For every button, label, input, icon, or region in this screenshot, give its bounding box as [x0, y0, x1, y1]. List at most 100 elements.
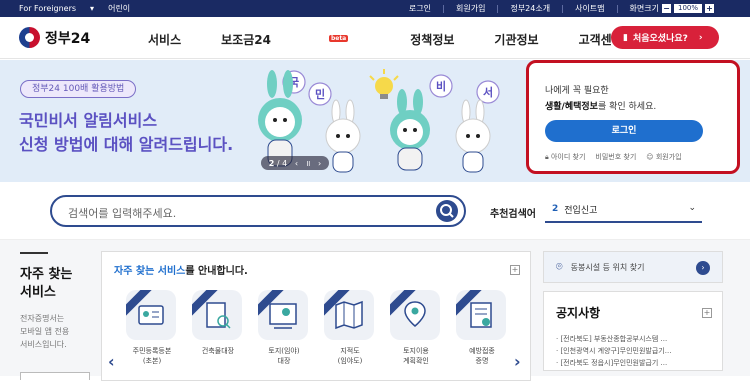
recommended-rank: 2 [552, 204, 559, 214]
service-label-4: 지적도 (임야도) [337, 347, 363, 365]
hero-subtitle: 신청 방법에 대해 알려드립니다. [19, 135, 234, 154]
banner-pager: 2 / 4 ‹ ॥ › [261, 156, 329, 170]
service-tile[interactable]: 예방접종 증명 [456, 290, 508, 366]
next-arrow-icon[interactable]: › [514, 352, 521, 371]
zoom-control: 화면크기 − 100% + [630, 3, 714, 14]
speech-bubble: 민 [308, 82, 332, 106]
favorites-desc-3: 서비스입니다. [20, 340, 67, 349]
bookmark-icon: ▮ [623, 32, 628, 43]
lightbulb-icon [369, 69, 399, 99]
service-tile[interactable]: 건축물대장 [192, 290, 244, 366]
nav-subsidy-label: 보조금24 [221, 33, 271, 47]
recommended-term: 전입신고 [564, 205, 598, 216]
login-message-line1: 나에게 꼭 필요한 [545, 86, 609, 96]
service-tile[interactable]: 지적도 (임야도) [324, 290, 376, 366]
favorites-more-button[interactable] [20, 372, 90, 380]
zoom-out-button[interactable]: − [661, 4, 671, 13]
nav-agency[interactable]: 기관정보 [494, 31, 538, 48]
divider [616, 4, 618, 13]
services-more-button[interactable]: + [510, 265, 520, 275]
map-pin-icon: ⌾ [556, 260, 563, 273]
favorites-title-1: 자주 찾는 [20, 267, 73, 282]
divider [443, 4, 444, 13]
location-finder[interactable]: ⌾ 동봉시설 등 위치 찾기 › [543, 251, 723, 283]
speech-bubble: 비 [429, 74, 453, 98]
service-label-2: 건축물대장 [201, 347, 235, 355]
notice-title: 공지사항 [556, 306, 601, 320]
find-id-link[interactable]: 🔒︎ 아이디 찾기 [545, 152, 585, 162]
notice-more-button[interactable]: + [702, 308, 712, 318]
government-emblem-icon [19, 27, 40, 48]
pause-icon[interactable]: ॥ [306, 158, 311, 169]
utility-bar: For Foreigners ▾ 어린이 로그인 회원가입 정부24소개 사이트… [0, 0, 750, 17]
services-heading-em: 자주 찾는 서비스 [114, 266, 186, 277]
main-nav: 서비스 보조금24 beta 정책정보 기관정보 고객센터 [148, 31, 663, 48]
lock-icon: 🔒︎ [545, 153, 549, 161]
login-message-rest: 를 확인 하세요. [597, 102, 657, 112]
location-label: 동봉시설 등 위치 찾기 [570, 262, 645, 272]
login-message-bold: 생활/혜택정보 [545, 102, 598, 112]
location-pin-icon [390, 290, 440, 340]
find-password-link[interactable]: 비밀번호 찾기 [595, 152, 636, 162]
bubble-2: 민 [315, 87, 325, 101]
join-link[interactable]: ☺ 회원가입 [646, 152, 681, 162]
nav-subsidy[interactable]: 보조금24 beta [221, 31, 370, 48]
first-visit-button[interactable]: ▮ 처음오셨나요? › [611, 26, 719, 49]
go-arrow-icon[interactable]: › [696, 261, 710, 275]
kids-link[interactable]: 어린이 [108, 3, 130, 14]
bubble-3: 비 [436, 79, 446, 93]
service-tiles: 주민등록등본 (초본) 건축물대장 토지(임야) 대장 지적도 (임야도) 토지… [126, 290, 508, 366]
favorites-title-2: 서비스 [20, 285, 56, 300]
zoom-in-button[interactable]: + [705, 4, 714, 13]
search-input[interactable]: 검색어를 입력해주세요. [50, 195, 466, 227]
login-button[interactable]: 로그인 [545, 120, 703, 142]
right-column: ⌾ 동봉시설 등 위치 찾기 › 공지사항 + · [전라북도] 부동산종합공부… [543, 251, 723, 371]
services-heading: 자주 찾는 서비스를 안내합니다. [114, 262, 248, 277]
service-tile[interactable]: 토지이용 계획확인 [390, 290, 442, 366]
nav-policy[interactable]: 정책정보 [410, 31, 454, 48]
service-tile[interactable]: 토지(임야) 대장 [258, 290, 310, 366]
pager-separator: / [276, 158, 280, 168]
service-tile[interactable]: 주민등록등본 (초본) [126, 290, 178, 366]
favorites-intro: 자주 찾는 서비스 전자증명서는 모바일 앱 전용 서비스입니다. [20, 252, 72, 351]
user-icon: ☺ [646, 153, 654, 161]
section-divider [20, 252, 48, 254]
search-button[interactable] [436, 200, 458, 222]
mascot-character [455, 99, 491, 173]
notice-item[interactable]: · [인천광역시 계양구]무인민원발급기... [556, 345, 710, 357]
land-map-icon [258, 290, 308, 340]
prev-icon[interactable]: ‹ [295, 159, 298, 168]
zoom-label: 화면크기 [629, 4, 659, 13]
hero-tag: 정부24 100배 활용방법 [20, 80, 137, 98]
prev-arrow-icon[interactable]: ‹ [108, 352, 115, 371]
zoom-value: 100% [673, 4, 702, 13]
site-logo[interactable]: 정부24 [19, 27, 90, 48]
intro-link[interactable]: 정부24소개 [510, 3, 550, 14]
search-section: 검색어를 입력해주세요. 추천검색어 2 전입신고 ⌄ [0, 182, 750, 240]
for-foreigners-link[interactable]: For Foreigners [19, 4, 76, 13]
next-icon[interactable]: › [318, 159, 321, 168]
bubble-4: 서 [483, 85, 493, 99]
favorites-desc-2: 모바일 앱 전용 [20, 327, 70, 336]
sitemap-link[interactable]: 사이트맵 [575, 3, 604, 14]
join-label: 회원가입 [655, 153, 682, 161]
notice-item[interactable]: · [전라북도] 부동산종합공부시스템 ... [556, 333, 710, 345]
hero-title: 국민비서 알림서비스 [19, 111, 158, 130]
frequent-services-panel: 자주 찾는 서비스를 안내합니다. + ‹ › 주민등록등본 (초본) 건축물대장 [101, 251, 531, 381]
divider [497, 4, 499, 13]
login-links: 🔒︎ 아이디 찾기 비밀번호 찾기 ☺ 회원가입 [545, 152, 715, 162]
service-label-6: 예방접종 증명 [469, 347, 495, 365]
pager-total: 4 [282, 158, 288, 168]
services-heading-rest: 를 안내합니다. [185, 266, 248, 277]
search-placeholder: 검색어를 입력해주세요. [68, 207, 177, 220]
recommended-keyword-select[interactable]: 2 전입신고 ⌄ [545, 197, 702, 223]
notice-item[interactable]: · [전라북도 정읍시]무인민원발급기 ... [556, 357, 710, 369]
main-header: 정부24 서비스 보조금24 beta 정책정보 기관정보 고객센터 ▮ 처음오셨… [0, 17, 750, 59]
chevron-down-icon: ⌄ [688, 203, 696, 213]
login-message-line2: 생활/혜택정보를 확인 하세요. [545, 99, 717, 112]
folded-map-icon [324, 290, 374, 340]
service-label-1: 주민등록등본 (초본) [132, 347, 172, 365]
signup-link[interactable]: 회원가입 [456, 3, 485, 14]
login-link[interactable]: 로그인 [409, 3, 431, 14]
nav-services[interactable]: 서비스 [148, 31, 181, 48]
